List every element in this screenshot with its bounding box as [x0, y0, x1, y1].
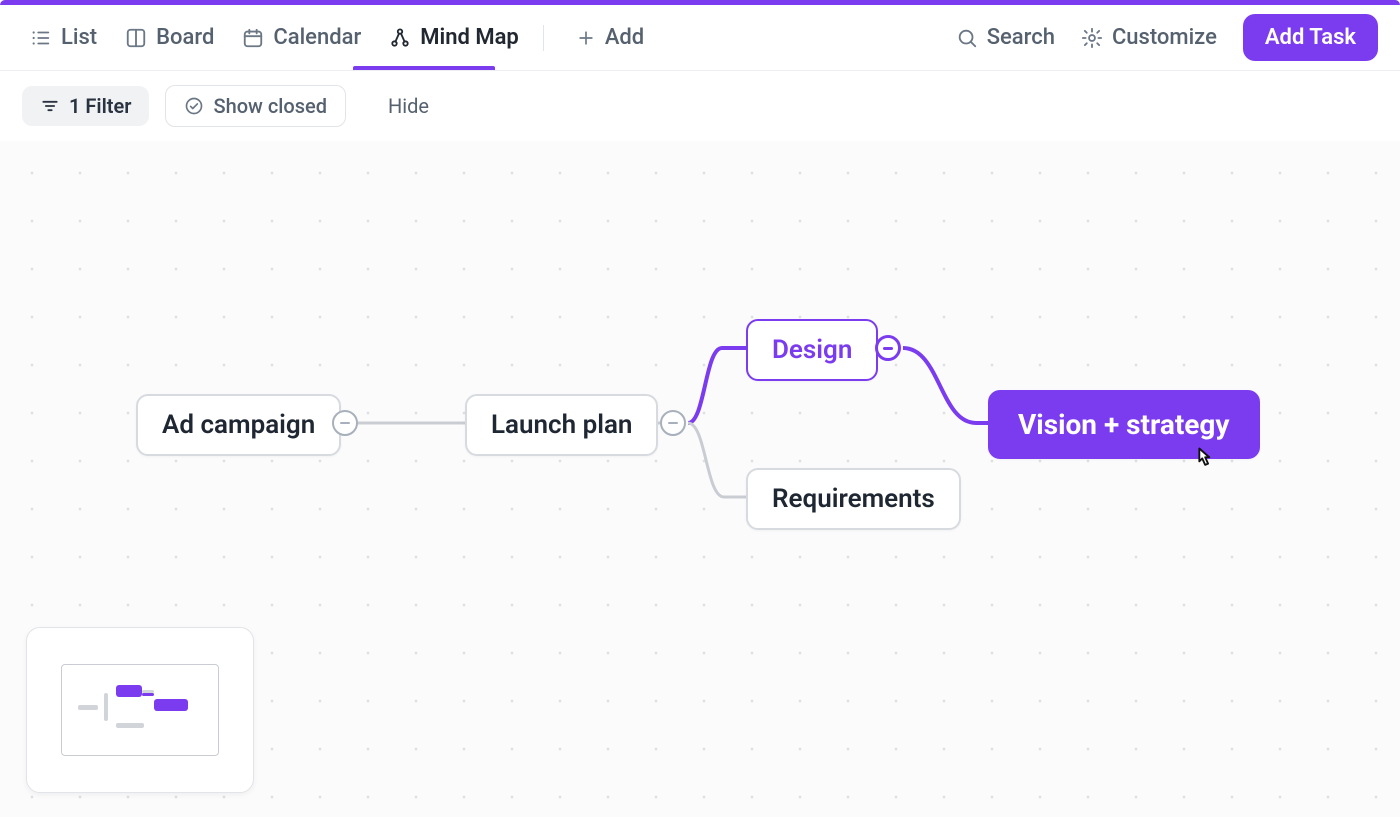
collapse-toggle-design[interactable] — [875, 335, 901, 361]
filter-label: 1 Filter — [69, 94, 131, 118]
filter-bar: 1 Filter Show closed Hide — [0, 71, 1400, 141]
calendar-icon — [242, 27, 264, 49]
list-icon — [30, 27, 52, 49]
hide-label: Hide — [388, 94, 429, 118]
tab-calendar-label: Calendar — [273, 25, 361, 50]
add-task-label: Add Task — [1265, 25, 1356, 50]
search-label: Search — [987, 25, 1055, 50]
customize-label: Customize — [1112, 25, 1217, 50]
tab-board[interactable]: Board — [125, 7, 214, 68]
active-tab-underline — [353, 66, 495, 70]
search-button[interactable]: Search — [956, 25, 1055, 50]
plus-icon — [576, 28, 596, 48]
filter-icon — [40, 96, 60, 116]
check-circle-icon — [184, 96, 204, 116]
tab-add-label: Add — [605, 25, 644, 50]
tab-board-label: Board — [156, 25, 214, 50]
minus-icon — [668, 422, 678, 425]
node-ad-campaign[interactable]: Ad campaign — [136, 394, 341, 456]
filter-button[interactable]: 1 Filter — [22, 86, 149, 126]
node-design-label: Design — [772, 335, 852, 365]
node-requirements[interactable]: Requirements — [746, 468, 961, 530]
show-closed-label: Show closed — [213, 94, 327, 118]
minimap[interactable] — [26, 627, 254, 793]
node-launch-plan[interactable]: Launch plan — [465, 394, 658, 456]
tab-mind-map[interactable]: Mind Map — [389, 7, 519, 68]
mind-map-canvas[interactable]: Ad campaign Launch plan Design Requireme… — [0, 141, 1400, 817]
node-vision-strategy[interactable]: Vision + strategy — [988, 390, 1260, 459]
tab-add-view[interactable]: Add — [576, 7, 644, 68]
tab-separator — [543, 25, 544, 51]
node-design[interactable]: Design — [746, 319, 878, 381]
collapse-toggle-ad-campaign[interactable] — [332, 410, 358, 436]
node-vision-strategy-label: Vision + strategy — [1018, 408, 1230, 441]
node-requirements-label: Requirements — [772, 484, 935, 514]
gear-icon — [1081, 27, 1103, 49]
tab-calendar[interactable]: Calendar — [242, 7, 361, 68]
customize-button[interactable]: Customize — [1081, 25, 1217, 50]
tab-list[interactable]: List — [30, 7, 97, 68]
mind-map-icon — [389, 27, 411, 49]
node-launch-plan-label: Launch plan — [491, 410, 632, 440]
collapse-toggle-launch-plan[interactable] — [660, 410, 686, 436]
tab-list-label: List — [61, 25, 97, 50]
view-tabs-bar: List Board Calendar Mind Map — [0, 5, 1400, 71]
add-task-button[interactable]: Add Task — [1243, 14, 1378, 61]
tab-mind-map-label: Mind Map — [420, 25, 519, 50]
search-icon — [956, 27, 978, 49]
board-icon — [125, 27, 147, 49]
minus-icon — [883, 347, 893, 350]
node-ad-campaign-label: Ad campaign — [162, 410, 315, 440]
minimap-viewport[interactable] — [61, 664, 219, 756]
minus-icon — [340, 422, 350, 425]
show-closed-toggle[interactable]: Show closed — [165, 85, 346, 127]
hide-button[interactable]: Hide — [388, 94, 429, 118]
